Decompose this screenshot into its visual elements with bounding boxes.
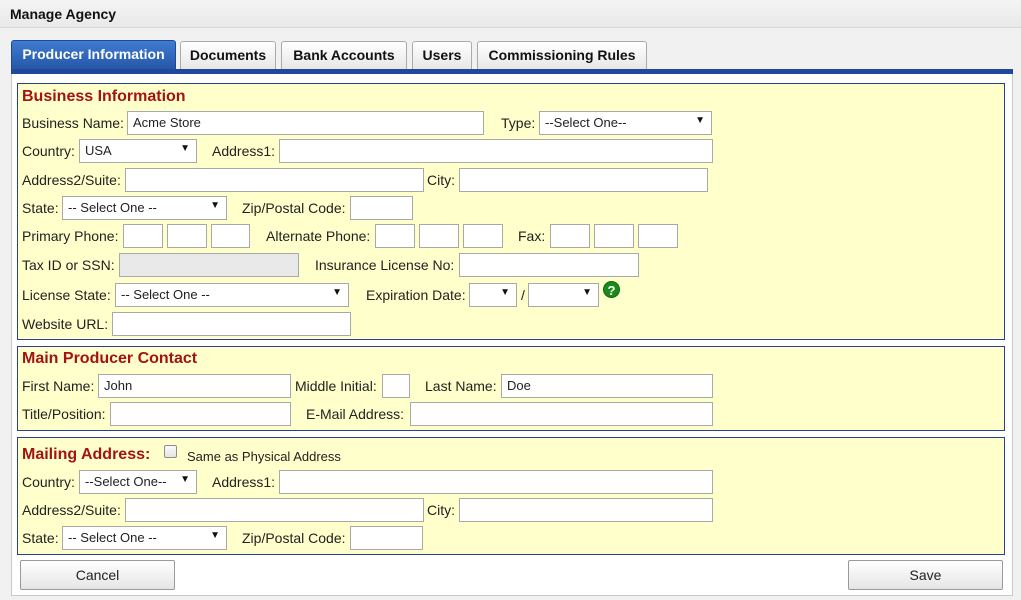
mailing-state-select-value: -- Select One --: [68, 530, 157, 545]
chevron-down-icon: ▼: [695, 115, 705, 126]
license-state-select[interactable]: -- Select One -- ▼: [115, 283, 349, 307]
business-name-label: Business Name:: [22, 115, 124, 131]
state-select-value: -- Select One --: [68, 200, 157, 215]
tab-producer-information[interactable]: Producer Information: [11, 40, 176, 70]
alternate-phone-prefix-input[interactable]: [419, 224, 459, 248]
alternate-phone-line-input[interactable]: [463, 224, 503, 248]
primary-phone-label: Primary Phone:: [22, 228, 119, 244]
mailing-address1-input[interactable]: [279, 470, 713, 494]
fax-prefix-input[interactable]: [594, 224, 634, 248]
mailing-address2-label: Address2/Suite:: [22, 502, 121, 518]
business-name-input[interactable]: Acme Store: [127, 111, 484, 135]
fax-label: Fax:: [518, 228, 546, 244]
mailing-city-input[interactable]: [459, 498, 713, 522]
mailing-address2-input[interactable]: [125, 498, 424, 522]
tab-documents[interactable]: Documents: [180, 41, 276, 70]
cancel-button[interactable]: Cancel: [20, 560, 175, 590]
main-producer-contact-title: Main Producer Contact: [22, 350, 198, 367]
state-select[interactable]: -- Select One -- ▼: [62, 196, 227, 220]
mailing-city-label: City:: [427, 502, 455, 518]
title-position-label: Title/Position:: [22, 406, 106, 422]
expiration-date-label: Expiration Date:: [366, 287, 466, 303]
help-icon[interactable]: ?: [603, 281, 620, 298]
mailing-zip-input[interactable]: [350, 526, 423, 550]
tab-commissioning-rules[interactable]: Commissioning Rules: [477, 41, 647, 70]
first-name-label: First Name:: [22, 378, 95, 394]
tab-users[interactable]: Users: [412, 41, 472, 70]
primary-phone-area-input[interactable]: [123, 224, 163, 248]
tax-id-label: Tax ID or SSN:: [22, 257, 115, 273]
email-input[interactable]: [410, 402, 713, 426]
chevron-down-icon: ▼: [332, 287, 342, 298]
fax-area-input[interactable]: [550, 224, 590, 248]
mailing-address1-label: Address1:: [212, 474, 276, 490]
zip-input[interactable]: [350, 196, 413, 220]
city-label: City:: [427, 172, 455, 188]
first-name-input[interactable]: John: [98, 374, 291, 398]
title-position-input[interactable]: [110, 402, 291, 426]
window-titlebar: Manage Agency: [0, 0, 1021, 28]
same-as-physical-label: Same as Physical Address: [187, 449, 341, 464]
country-select[interactable]: USA ▼: [79, 139, 197, 163]
mailing-zip-label: Zip/Postal Code:: [242, 530, 346, 546]
email-label: E-Mail Address:: [306, 406, 405, 422]
chevron-down-icon: ▼: [210, 530, 220, 541]
mailing-country-label: Country:: [22, 474, 75, 490]
alternate-phone-label: Alternate Phone:: [266, 228, 371, 244]
type-select-value: --Select One--: [545, 115, 627, 130]
zip-label: Zip/Postal Code:: [242, 200, 346, 216]
middle-initial-input[interactable]: [382, 374, 410, 398]
website-url-label: Website URL:: [22, 316, 109, 332]
chevron-down-icon: ▼: [180, 474, 190, 485]
website-url-input[interactable]: [112, 312, 351, 336]
date-separator: /: [521, 287, 525, 303]
mailing-country-select-value: --Select One--: [85, 474, 167, 489]
mailing-address-title: Mailing Address:: [22, 446, 151, 463]
insurance-license-label: Insurance License No:: [315, 257, 455, 273]
address1-input[interactable]: [279, 139, 713, 163]
city-input[interactable]: [459, 168, 708, 192]
middle-initial-label: Middle Initial:: [295, 378, 377, 394]
mailing-state-label: State:: [22, 530, 59, 546]
last-name-label: Last Name:: [425, 378, 497, 394]
expiration-month-select[interactable]: ▼: [469, 283, 517, 307]
license-state-label: License State:: [22, 287, 111, 303]
mailing-country-select[interactable]: --Select One-- ▼: [79, 470, 197, 494]
chevron-down-icon: ▼: [582, 287, 592, 298]
fax-line-input[interactable]: [638, 224, 678, 248]
expiration-year-select[interactable]: ▼: [528, 283, 599, 307]
insurance-license-input[interactable]: [459, 253, 639, 277]
state-label: State:: [22, 200, 59, 216]
address2-label: Address2/Suite:: [22, 172, 121, 188]
tax-id-input[interactable]: [119, 253, 299, 277]
type-select[interactable]: --Select One-- ▼: [539, 111, 712, 135]
primary-phone-line-input[interactable]: [211, 224, 250, 248]
mailing-state-select[interactable]: -- Select One -- ▼: [62, 526, 227, 550]
alternate-phone-area-input[interactable]: [375, 224, 415, 248]
window-title: Manage Agency: [10, 6, 117, 22]
country-select-value: USA: [85, 143, 112, 158]
last-name-input[interactable]: Doe: [501, 374, 713, 398]
save-button[interactable]: Save: [848, 560, 1003, 590]
chevron-down-icon: ▼: [210, 200, 220, 211]
type-label: Type:: [501, 115, 536, 131]
address2-input[interactable]: [125, 168, 424, 192]
same-as-physical-checkbox[interactable]: [164, 445, 177, 458]
tab-bank-accounts[interactable]: Bank Accounts: [281, 41, 407, 70]
address1-label: Address1:: [212, 143, 276, 159]
chevron-down-icon: ▼: [500, 287, 510, 298]
primary-phone-prefix-input[interactable]: [167, 224, 207, 248]
license-state-select-value: -- Select One --: [121, 287, 210, 302]
chevron-down-icon: ▼: [180, 143, 190, 154]
country-label: Country:: [22, 143, 75, 159]
business-information-title: Business Information: [22, 88, 186, 105]
